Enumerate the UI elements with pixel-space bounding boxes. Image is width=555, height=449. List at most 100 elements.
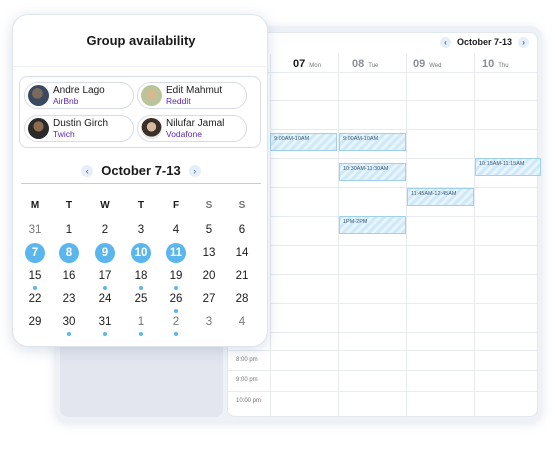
chevron-left-icon[interactable]: ‹: [81, 164, 94, 177]
calendar-event[interactable]: 1PM-2PM: [339, 216, 406, 234]
calendar-day-selected[interactable]: 10: [131, 243, 151, 263]
grid-row-divider: [270, 303, 538, 304]
calendar-day[interactable]: 19: [166, 266, 186, 290]
calendar-day[interactable]: 23: [59, 289, 79, 309]
day-header-tue[interactable]: 08 Tue: [352, 58, 378, 70]
participant-name: Edit Mahmut: [166, 84, 223, 96]
day-weekday: Wed: [429, 63, 442, 69]
calendar-day[interactable]: 13: [199, 243, 219, 263]
weekday-header: T: [137, 200, 145, 211]
calendar-day[interactable]: 1: [131, 312, 151, 336]
grid-column-divider: [338, 54, 339, 417]
calendar-day[interactable]: 21: [232, 266, 252, 286]
avatar: [141, 118, 162, 139]
weekday-header: T: [65, 200, 73, 211]
participant-org: AirBnb: [53, 95, 79, 106]
weekday-header: S: [205, 200, 213, 211]
participant-name: Nilufar Jamal: [166, 117, 225, 129]
week-navigation: ‹ October 7-13 ›: [440, 35, 530, 49]
day-number: 09: [413, 58, 426, 70]
participant-chip[interactable]: Nilufar Jamal Vodafone: [137, 115, 247, 142]
chevron-left-icon[interactable]: ‹: [440, 36, 451, 48]
calendar-day[interactable]: 3: [131, 220, 151, 240]
calendar-day[interactable]: 25: [131, 289, 151, 309]
grid-row-divider: [270, 100, 538, 101]
calendar-day-selected[interactable]: 8: [59, 243, 79, 263]
avatar: [28, 85, 49, 106]
calendar-day[interactable]: 29: [25, 312, 45, 332]
grid-column-divider: [270, 54, 271, 417]
time-label: 8:00 pm: [236, 357, 258, 363]
group-availability-card: Group availability Andre Lago AirBnb Edi…: [12, 14, 269, 347]
participant-chip[interactable]: Andre Lago AirBnb: [24, 82, 134, 109]
grid-row-divider: [227, 350, 538, 351]
calendar-day[interactable]: 4: [166, 220, 186, 240]
participant-chip[interactable]: Dustin Girch Twich: [24, 115, 134, 142]
calendar-day-selected[interactable]: 11: [166, 243, 186, 263]
calendar-day[interactable]: 26: [166, 289, 186, 313]
calendar-day[interactable]: 4: [232, 312, 252, 332]
participant-name: Dustin Girch: [53, 117, 109, 129]
participant-name: Andre Lago: [53, 84, 105, 96]
chevron-right-icon[interactable]: ›: [518, 36, 530, 48]
month-divider: [21, 183, 261, 184]
calendar-day[interactable]: 17: [95, 266, 115, 290]
grid-row-divider: [270, 187, 538, 188]
day-number: 08: [352, 58, 365, 70]
calendar-event[interactable]: 10:15AM-11:15AM: [475, 158, 541, 176]
calendar-event[interactable]: 9:00AM-10AM: [270, 133, 337, 151]
time-label: 10:00 pm: [236, 398, 262, 404]
calendar-day[interactable]: 20: [199, 266, 219, 286]
divider: [13, 66, 269, 67]
day-header-mon[interactable]: 07 Mon: [293, 58, 321, 70]
weekday-header: S: [238, 200, 246, 211]
day-weekday: Tue: [368, 63, 379, 69]
calendar-event[interactable]: 9:00AM-10AM: [339, 133, 406, 151]
participant-chip[interactable]: Edit Mahmut Reddit: [137, 82, 247, 109]
calendar-day[interactable]: 1: [59, 220, 79, 240]
participant-org: Vodafone: [166, 128, 202, 139]
grid-column-divider: [474, 54, 475, 417]
calendar-day-selected[interactable]: 7: [25, 243, 45, 263]
calendar-day[interactable]: 2: [166, 312, 186, 336]
stage: ‹ October 7-13 › 07 Mon 08 Tue 09 Wed 10…: [0, 0, 555, 449]
weekday-header: F: [172, 200, 180, 211]
calendar-day[interactable]: 16: [59, 266, 79, 286]
day-number: 07: [293, 58, 306, 70]
calendar-event[interactable]: 11:45AM-12:45AM: [407, 188, 474, 206]
grid-column-divider: [406, 54, 407, 417]
day-weekday: Mon: [309, 63, 321, 69]
calendar-day[interactable]: 22: [25, 289, 45, 309]
calendar-day[interactable]: 14: [232, 243, 252, 263]
avatar: [28, 118, 49, 139]
calendar-event[interactable]: 10:30AM-11:30AM: [339, 163, 406, 181]
calendar-day[interactable]: 31: [95, 312, 115, 336]
avatar: [141, 85, 162, 106]
calendar-day[interactable]: 5: [199, 220, 219, 240]
calendar-day[interactable]: 3: [199, 312, 219, 332]
calendar-day[interactable]: 15: [25, 266, 45, 290]
day-header-wed[interactable]: 09 Wed: [413, 58, 441, 70]
calendar-day[interactable]: 18: [131, 266, 151, 290]
month-navigation: ‹ October 7-13 ›: [13, 163, 269, 178]
calendar-day[interactable]: 27: [199, 289, 219, 309]
calendar-day[interactable]: 24: [95, 289, 115, 309]
participants-list: Andre Lago AirBnb Edit Mahmut Reddit Dus…: [19, 76, 261, 148]
grid-row-divider: [270, 129, 538, 130]
card-title: Group availability: [86, 33, 196, 48]
calendar-day[interactable]: 31: [25, 220, 45, 240]
month-range-label: October 7-13: [101, 163, 181, 178]
grid-row-divider: [227, 391, 538, 392]
calendar-day[interactable]: 30: [59, 312, 79, 336]
chevron-right-icon[interactable]: ›: [188, 164, 201, 177]
calendar-day[interactable]: 6: [232, 220, 252, 240]
participant-org: Twich: [53, 128, 75, 139]
calendar-side-panel: [60, 340, 223, 417]
calendar-day[interactable]: 2: [95, 220, 115, 240]
calendar-day[interactable]: 28: [232, 289, 252, 309]
day-header-thu[interactable]: 10 Thu: [482, 58, 509, 70]
grid-row-divider: [227, 72, 538, 73]
grid-row-divider: [270, 245, 538, 246]
participant-org: Reddit: [166, 95, 191, 106]
calendar-day-selected[interactable]: 9: [95, 243, 115, 263]
